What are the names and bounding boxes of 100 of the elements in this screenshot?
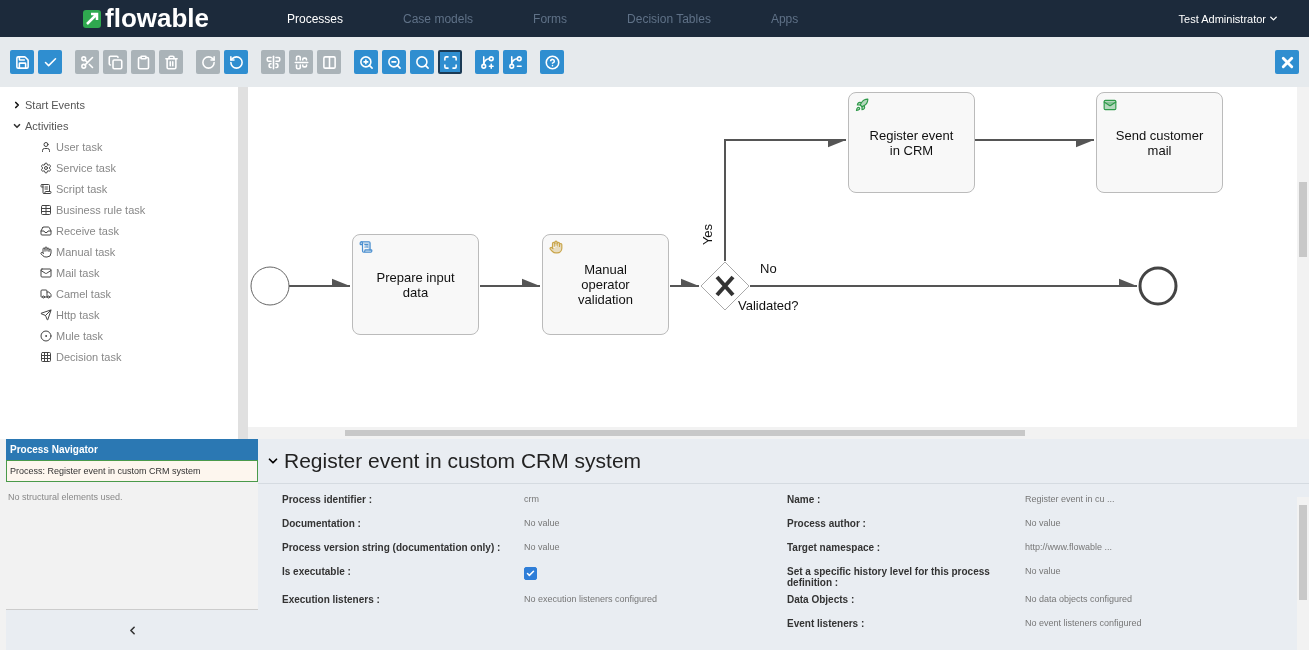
property-label: Process identifier : — [282, 493, 374, 507]
user-menu[interactable]: Test Administrator — [1178, 12, 1279, 25]
scrollbar[interactable] — [1297, 497, 1309, 650]
palette-item[interactable]: Decision task — [40, 351, 238, 363]
chevron-right-icon — [12, 100, 22, 110]
script-icon — [359, 240, 373, 254]
property-value[interactable]: http://www.flowable ... — [1025, 539, 1255, 563]
trash-icon — [163, 54, 179, 70]
palette-item-label: Script task — [56, 183, 108, 195]
palette-item-label: Http task — [56, 309, 100, 321]
scissors-icon — [79, 54, 95, 70]
property-value[interactable]: No execution listeners configured — [524, 591, 787, 615]
property-label: Process version string (documentation only) : — [282, 541, 502, 555]
property-label: Name : — [787, 493, 822, 507]
hand-icon — [40, 246, 52, 258]
scrollbar[interactable] — [248, 427, 1309, 439]
property-value[interactable]: No value — [524, 515, 787, 539]
zoom-icon — [414, 54, 430, 70]
columns-icon — [321, 54, 337, 70]
redo-icon — [200, 54, 216, 70]
palette-item-label: Receive task — [56, 225, 119, 237]
property-value[interactable]: No value — [524, 539, 787, 563]
palette-group-label: Start Events — [25, 99, 85, 111]
undo-icon — [228, 54, 244, 70]
property-value[interactable]: No event listeners configured — [1025, 615, 1255, 639]
task-label: Register event in CRM — [868, 127, 955, 158]
table-icon — [40, 204, 52, 216]
property-value[interactable]: No value — [1025, 515, 1255, 539]
task-node[interactable]: Prepare input data — [352, 234, 479, 335]
task-node[interactable]: Send customer mail — [1096, 92, 1223, 193]
palette-item[interactable]: Camel task — [40, 288, 238, 300]
palette-item[interactable]: Mule task — [40, 330, 238, 342]
scrollbar[interactable] — [1297, 87, 1309, 427]
diagram-canvas[interactable]: Prepare input data Manual operator validation Validated? Register event in CRM Send customer mail Yes No — [248, 87, 1309, 439]
save-icon — [14, 54, 30, 70]
property-label: Process author : — [787, 517, 867, 531]
task-node[interactable]: Manual operator validation — [542, 234, 669, 335]
help-icon — [544, 54, 560, 70]
nav-tab[interactable]: Processes — [287, 11, 344, 26]
envelope-icon — [40, 267, 52, 279]
nav-tab[interactable]: Forms — [533, 11, 568, 26]
palette-item[interactable]: Receive task — [40, 225, 238, 237]
copy-icon — [107, 54, 123, 70]
navigator-title: Process Navigator — [6, 439, 258, 460]
logo-text: flowable — [105, 3, 209, 34]
palette-item-label: Camel task — [56, 288, 112, 300]
nav-tab[interactable]: Apps — [770, 11, 799, 26]
close-button[interactable] — [1275, 50, 1299, 74]
branch-minus-icon — [507, 54, 523, 70]
palette-item[interactable]: Http task — [40, 309, 238, 321]
align-icon — [265, 54, 281, 70]
user-icon — [40, 141, 52, 153]
property-label: Is executable : — [282, 565, 352, 579]
task-label: Prepare input data — [375, 269, 456, 300]
gateway-label: Validated? — [738, 298, 799, 313]
logo-icon — [82, 8, 102, 29]
palette-item[interactable]: Script task — [40, 183, 238, 195]
palette-group[interactable]: Start Events — [12, 99, 238, 111]
flow-label: Yes — [700, 223, 716, 246]
property-label: Data Objects : — [787, 593, 856, 607]
nav-tab[interactable]: Case models — [403, 11, 474, 26]
property-value[interactable]: No data objects configured — [1025, 591, 1255, 615]
inbox-icon — [40, 225, 52, 237]
send-icon — [40, 309, 52, 321]
task-label: Manual operator validation — [577, 262, 634, 307]
palette-item[interactable]: Mail task — [40, 267, 238, 279]
toolbar-button[interactable] — [438, 50, 462, 74]
nav-tab[interactable]: Decision Tables — [627, 11, 711, 26]
palette-item-label: Business rule task — [56, 204, 146, 216]
clipboard-icon — [135, 54, 151, 70]
caret-icon — [1268, 13, 1279, 24]
property-value[interactable]: Register event in cu ... — [1025, 491, 1255, 515]
navigator-note: No structural elements used. — [7, 491, 124, 504]
navigator-item[interactable]: Process: Register event in custom CRM system — [6, 460, 258, 482]
end-event[interactable] — [1138, 266, 1178, 306]
expand-icon — [442, 54, 458, 70]
zoom-in-icon — [358, 54, 374, 70]
script-icon — [40, 183, 52, 195]
palette-item-label: Service task — [56, 162, 116, 174]
palette-item-label: Mail task — [56, 267, 100, 279]
palette-group[interactable]: Activities — [12, 120, 238, 132]
check-icon — [526, 569, 535, 578]
rocket-icon — [855, 98, 869, 112]
flow-label: No — [760, 261, 777, 276]
truck-icon — [40, 288, 52, 300]
palette-item-label: Mule task — [56, 330, 104, 342]
property-value[interactable]: No value — [1025, 563, 1255, 591]
palette-item-label: Decision task — [56, 351, 122, 363]
checkbox[interactable] — [524, 567, 537, 580]
palette-item[interactable]: Manual task — [40, 246, 238, 258]
property-value[interactable]: crm — [524, 491, 787, 515]
palette-item[interactable]: Service task — [40, 162, 238, 174]
zoom-out-icon — [386, 54, 402, 70]
palette-item[interactable]: Business rule task — [40, 204, 238, 216]
grid-icon — [40, 351, 52, 363]
palette-item[interactable]: User task — [40, 141, 238, 153]
start-event[interactable] — [250, 266, 290, 306]
branch-plus-icon — [479, 54, 495, 70]
task-node[interactable]: Register event in CRM — [848, 92, 975, 193]
hand-icon — [549, 240, 563, 254]
